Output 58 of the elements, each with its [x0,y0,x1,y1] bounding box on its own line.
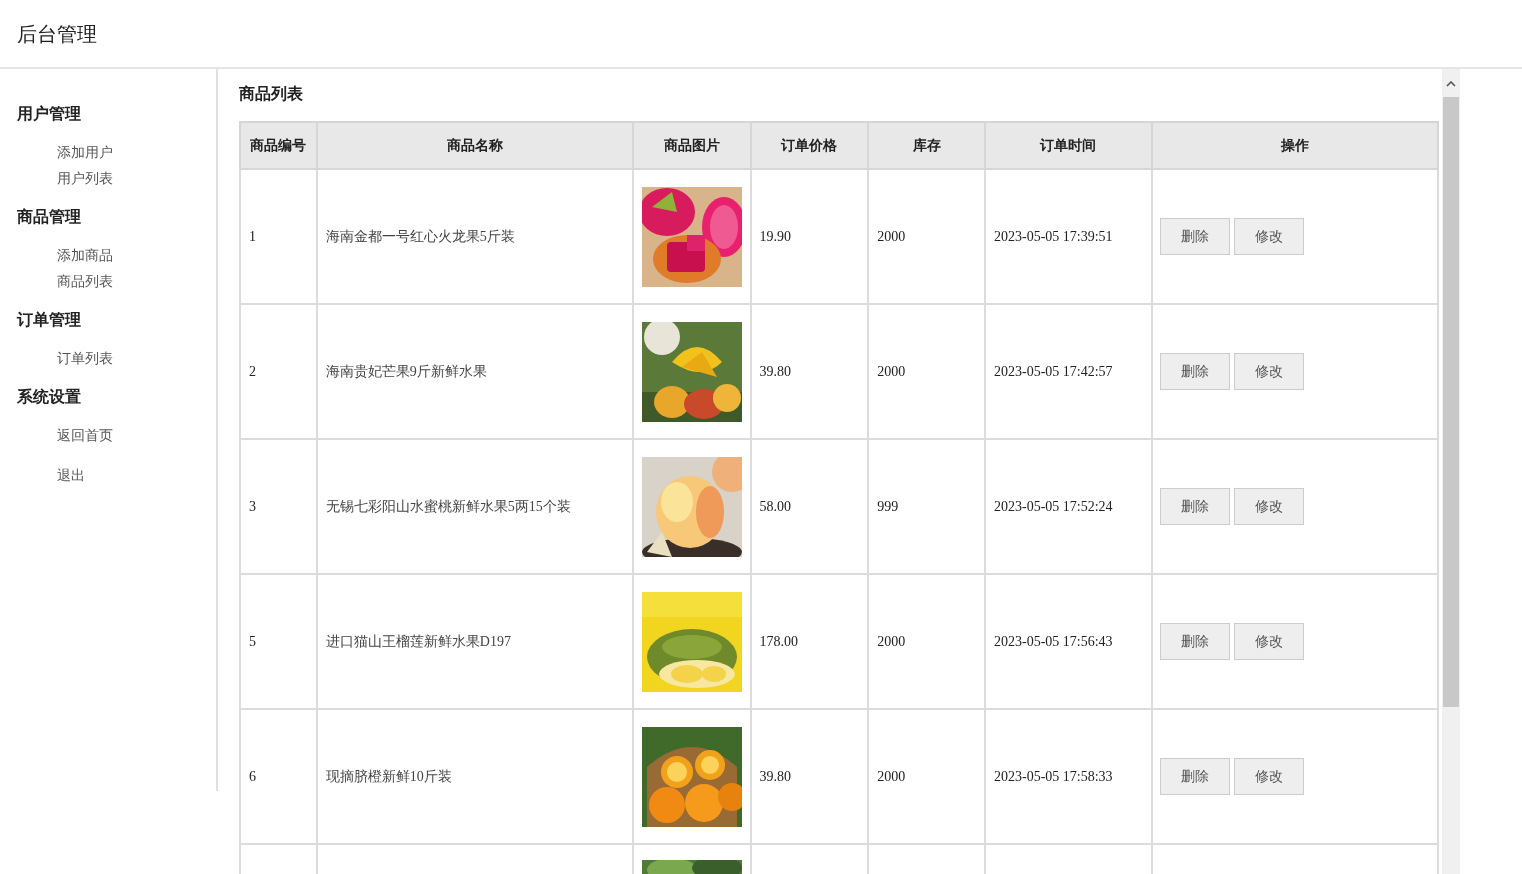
table-cell: 现摘脐橙新鲜10斤装 [316,709,633,844]
table-cell: 2 [240,304,317,439]
edit-button[interactable]: 修改 [1233,623,1304,660]
edit-button[interactable]: 修改 [1233,758,1304,795]
delete-button[interactable]: 删除 [1159,488,1230,525]
table-cell: 2023-05-05 17:56:43 [984,574,1152,709]
column-header: 操作 [1151,122,1438,169]
sidebar-link[interactable]: 添加商品 [57,248,113,263]
table-cell: 2023-05-05 17:42:57 [984,304,1152,439]
table-cell: 海南贵妃芒果9斤新鲜水果 [316,304,633,439]
table-cell: 58.00 [750,439,869,574]
delete-button[interactable]: 删除 [1159,758,1230,795]
scrollbar-thumb[interactable] [1443,97,1459,707]
table-cell: 2000 [868,709,985,844]
scrollbar[interactable] [1442,69,1460,874]
delete-button[interactable]: 删除 [1159,218,1230,255]
table-cell: 6 [240,709,317,844]
column-header: 订单时间 [984,122,1152,169]
table-cell: 2000 [868,304,985,439]
page-heading: 商品列表 [239,84,304,104]
sidebar-link[interactable]: 商品列表 [57,274,113,289]
table-cell: 2023-05-05 17:58:33 [984,709,1152,844]
table-cell: 5 [240,574,317,709]
table-cell: 39.80 [750,304,869,439]
site-title: 后台管理 [17,21,97,47]
table-cell: 999 [868,439,985,574]
table-cell: 2023-05-05 17:52:24 [984,439,1152,574]
column-header: 订单价格 [750,122,869,169]
table-cell: 海南金都一号红心火龙果5斤装 [316,169,633,304]
sidebar-group-title: 用户管理 [17,104,82,124]
scroll-up-icon[interactable] [1446,81,1456,87]
edit-button[interactable]: 修改 [1233,353,1304,390]
table-cell: 无锡七彩阳山水蜜桃新鲜水果5两15个装 [316,439,633,574]
column-header: 商品名称 [316,122,633,169]
table-cell: 1 [240,169,317,304]
sidebar-link[interactable]: 用户列表 [57,171,113,186]
sidebar-group-title: 系统设置 [17,387,82,407]
sidebar-group-title: 商品管理 [17,207,82,227]
table-cell: 3 [240,439,317,574]
delete-button[interactable]: 删除 [1159,623,1230,660]
sidebar-link[interactable]: 订单列表 [57,351,113,366]
edit-button[interactable]: 修改 [1233,218,1304,255]
column-header: 库存 [868,122,985,169]
sidebar-link[interactable]: 退出 [57,468,85,483]
delete-button[interactable]: 删除 [1159,353,1230,390]
table-cell: 2023-05-05 17:39:51 [984,169,1152,304]
sidebar-group-title: 订单管理 [17,310,82,330]
table-cell: 178.00 [750,574,869,709]
edit-button[interactable]: 修改 [1233,488,1304,525]
table-cell: 19.90 [750,169,869,304]
table-cell: 进口猫山王榴莲新鲜水果D197 [316,574,633,709]
sidebar-link[interactable]: 添加用户 [57,145,113,160]
column-header: 商品图片 [632,122,751,169]
table-cell: 2000 [868,574,985,709]
table-cell: 2000 [868,169,985,304]
table-cell: 39.80 [750,709,869,844]
column-header: 商品编号 [240,122,317,169]
sidebar-link[interactable]: 返回首页 [57,428,113,443]
